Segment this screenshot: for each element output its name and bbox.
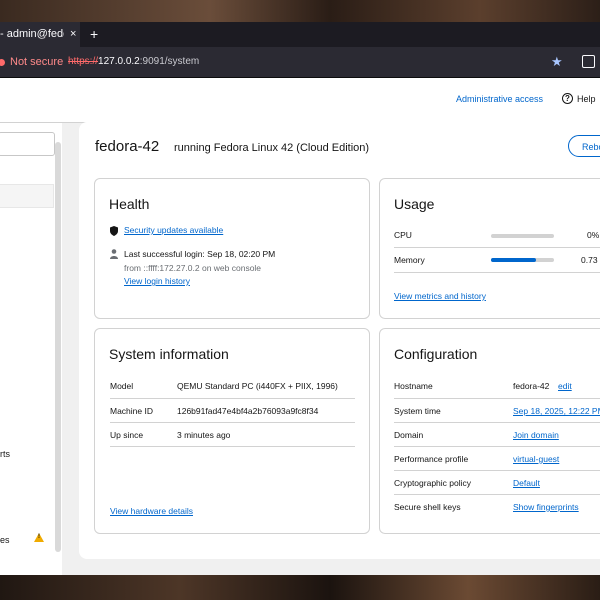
row-divider (110, 422, 355, 423)
row-divider (394, 398, 600, 399)
os-info: running Fedora Linux 42 (Cloud Edition) (174, 142, 370, 154)
url-path: :9091/system (139, 56, 200, 67)
last-login-text: Last successful login: Sep 18, 02:20 PM (124, 249, 276, 259)
system-time-label: System time (394, 406, 441, 416)
memory-value: 0.73 (581, 255, 598, 265)
view-login-history-link[interactable]: View login history (124, 276, 190, 286)
row-divider (394, 446, 600, 447)
reboot-button[interactable]: Reboot (568, 135, 600, 157)
cpu-label: CPU (394, 230, 412, 240)
desktop-background-bottom (0, 575, 600, 600)
sidebar-item-overview[interactable] (0, 184, 54, 208)
system-information-title: System information (109, 346, 229, 362)
memory-usage-fill (491, 258, 537, 262)
memory-usage-bar (491, 258, 554, 262)
url-scheme: https:// (68, 56, 99, 67)
row-divider (110, 398, 355, 399)
configuration-title: Configuration (394, 346, 478, 362)
url-host: 127.0.0.2 (98, 56, 140, 67)
close-tab-icon[interactable]: × (70, 22, 76, 47)
crypto-policy-link[interactable]: Default (513, 478, 540, 488)
help-icon[interactable]: ? (562, 93, 573, 104)
usage-card: Usage CPU 0% Memory 0.73 View metrics an… (379, 178, 600, 319)
performance-profile-label: Performance profile (394, 454, 469, 464)
extensions-icon[interactable] (582, 55, 595, 68)
usage-divider (394, 247, 600, 248)
new-tab-button[interactable]: + (90, 22, 98, 47)
ssh-keys-label: Secure shell keys (394, 502, 461, 512)
tab-title: - admin@fedora-42 (0, 28, 64, 40)
system-time-link[interactable]: Sep 18, 2025, 12:22 PM (513, 406, 600, 416)
hostname-value: fedora-42 (513, 381, 550, 391)
security-label: Not secure (10, 56, 64, 68)
health-title: Health (109, 196, 150, 212)
help-button[interactable]: Help (577, 94, 596, 104)
sidebar-scrollbar[interactable] (55, 142, 61, 552)
sidebar-item-label[interactable]: rts (0, 449, 10, 459)
security-updates-link[interactable]: Security updates available (124, 225, 223, 235)
warning-icon (34, 533, 44, 542)
masthead: Administrative access ? Help (0, 78, 600, 123)
crypto-policy-label: Cryptographic policy (394, 478, 472, 488)
edit-hostname-button[interactable]: edit (558, 381, 572, 391)
overview-panel: fedora-42 running Fedora Linux 42 (Cloud… (79, 122, 600, 559)
not-secure-icon (0, 58, 5, 66)
administrative-access-button[interactable]: Administrative access (456, 94, 543, 104)
show-fingerprints-link[interactable]: Show fingerprints (513, 502, 579, 512)
shield-icon (110, 226, 118, 236)
model-value: QEMU Standard PC (i440FX + PIIX, 1996) (177, 381, 338, 391)
cpu-value: 0% (587, 230, 600, 240)
domain-label: Domain (394, 430, 424, 440)
bookmark-star-icon[interactable]: ★ (551, 54, 563, 70)
sidebar: rts es (0, 123, 62, 575)
login-from-text: from ::ffff:172.27.0.2 on web console (124, 263, 262, 273)
row-divider (110, 446, 355, 447)
join-domain-link[interactable]: Join domain (513, 430, 559, 440)
cockpit-page: Administrative access ? Help rts es fedo… (0, 78, 600, 575)
sidebar-search-input[interactable] (0, 132, 55, 156)
system-information-card: System information Model QEMU Standard P… (94, 328, 370, 534)
user-icon (110, 249, 118, 259)
up-since-value: 3 minutes ago (177, 430, 231, 440)
health-card: Health Security updates available Last s… (94, 178, 370, 319)
machine-id-value: 126b91fad47e4bf4a2b76093a9fc8f34 (177, 406, 319, 416)
row-divider (394, 470, 600, 471)
up-since-label: Up since (110, 430, 144, 440)
view-hardware-details-link[interactable]: View hardware details (110, 506, 193, 516)
cpu-usage-bar (491, 234, 554, 238)
usage-title: Usage (394, 196, 435, 212)
configuration-card: Configuration Hostname fedora-42 edit Sy… (379, 328, 600, 534)
security-indicator[interactable]: Not secure (0, 47, 63, 77)
browser-tab-bar: - admin@fedora-42 × + (0, 22, 600, 47)
hostname-label: Hostname (394, 381, 433, 391)
machine-id-label: Machine ID (110, 406, 153, 416)
view-metrics-link[interactable]: View metrics and history (394, 291, 486, 301)
address-bar: Not secure https://127.0.0.2:9091/system… (0, 47, 600, 78)
model-label: Model (110, 381, 134, 391)
usage-divider (394, 272, 600, 273)
browser-tab[interactable]: - admin@fedora-42 × (0, 22, 80, 47)
url-field[interactable]: https://127.0.0.2:9091/system (68, 47, 199, 77)
desktop-background-top (0, 0, 600, 22)
page-title: fedora-42 (95, 138, 160, 155)
performance-profile-link[interactable]: virtual-guest (513, 454, 559, 464)
sidebar-item-label[interactable]: es (0, 535, 10, 545)
row-divider (394, 422, 600, 423)
row-divider (394, 494, 600, 495)
memory-label: Memory (394, 255, 425, 265)
